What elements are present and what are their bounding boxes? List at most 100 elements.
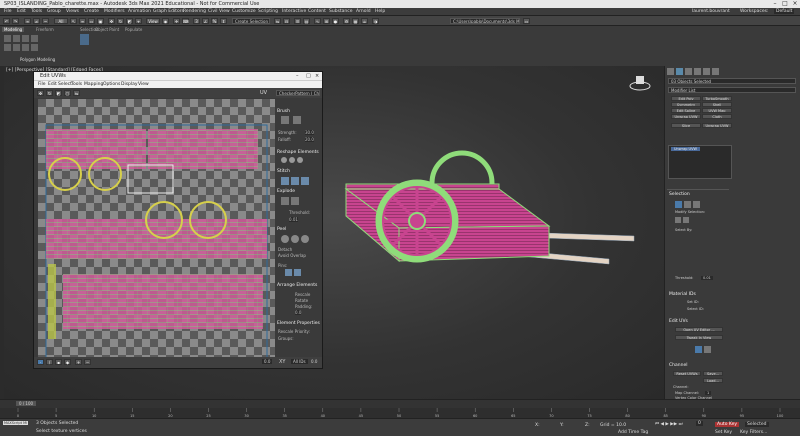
- pivot-center-icon[interactable]: ◉: [162, 18, 169, 24]
- align-icon[interactable]: ⊟: [283, 18, 290, 24]
- tweak-in-view-button[interactable]: Tweak In View: [675, 335, 723, 340]
- select-manipulate-icon[interactable]: ✛: [173, 18, 180, 24]
- reshape-straighten-icon[interactable]: [281, 157, 287, 163]
- element-mode-icon[interactable]: ◆: [64, 359, 71, 365]
- rotate-icon[interactable]: ↻: [117, 18, 124, 24]
- peel-quick-icon[interactable]: [281, 235, 289, 243]
- uv-pelt-icon[interactable]: [704, 346, 711, 353]
- menu-civil-view[interactable]: Civil View: [208, 9, 230, 14]
- subdivision-icon[interactable]: [31, 35, 38, 42]
- map-channel-radio[interactable]: Map Channel:: [675, 391, 699, 395]
- uv-scale-icon[interactable]: ◩: [55, 90, 62, 96]
- open-uv-editor-button[interactable]: Open UV Editor ...: [675, 327, 723, 332]
- shrink-icon[interactable]: [683, 217, 689, 223]
- explode-section-title[interactable]: Explode: [277, 189, 295, 194]
- tab-object-paint[interactable]: Object Paint: [95, 27, 119, 32]
- uv-menu-tools[interactable]: Tools: [71, 82, 82, 87]
- menu-edit[interactable]: Edit: [17, 9, 26, 14]
- reshape-section-title[interactable]: Reshape Elements: [277, 150, 319, 155]
- key-mode-dropdown[interactable]: Selected: [745, 422, 769, 427]
- map-channel-input[interactable]: 1: [705, 391, 712, 395]
- menu-content[interactable]: Content: [308, 9, 326, 14]
- uv-menu-options[interactable]: Options: [103, 82, 120, 87]
- menu-modifiers[interactable]: Modifiers: [104, 9, 125, 14]
- pin-icon[interactable]: [285, 269, 292, 276]
- brush-relax-icon[interactable]: [293, 116, 301, 124]
- utilities-tab-icon[interactable]: [712, 68, 719, 75]
- tab-freeform[interactable]: Freeform: [36, 27, 54, 32]
- tab-populate[interactable]: Populate: [125, 27, 142, 32]
- modifier-list-dropdown[interactable]: Modifier List: [668, 87, 796, 93]
- track-bar[interactable]: 0 5 10 15 20 25 30 35 40 45 50 55 60 65 70 75 80 85 90 95 10…: [0, 408, 800, 418]
- uv-freeform-icon[interactable]: ▢: [64, 90, 71, 96]
- rotate-checkbox[interactable]: Rotate: [295, 298, 308, 303]
- menu-customize[interactable]: Customize: [232, 9, 256, 14]
- set-key-button[interactable]: Set Key: [715, 430, 732, 435]
- uv-menu-mapping[interactable]: Mapping: [84, 82, 103, 87]
- time-slider[interactable]: 0 / 100: [0, 399, 800, 408]
- cmd-threshold-input[interactable]: 0.01: [701, 276, 713, 280]
- uv-menu-display[interactable]: Display: [121, 82, 138, 87]
- edit-icon[interactable]: [13, 35, 20, 42]
- menu-arnold[interactable]: Arnold: [356, 9, 371, 14]
- move-icon[interactable]: ✥: [108, 18, 115, 24]
- bind-spacewarp-icon[interactable]: ~: [42, 18, 49, 24]
- render-setup-icon[interactable]: ⚙: [343, 18, 350, 24]
- scale-icon[interactable]: ◩: [126, 18, 133, 24]
- object-name-field[interactable]: 03 Objects Selected: [668, 78, 796, 84]
- user-account[interactable]: laurent.bouvrant: [692, 9, 730, 14]
- border-icon[interactable]: [22, 44, 29, 51]
- material-ids-rollout-title[interactable]: Material IDs: [669, 292, 696, 297]
- stitch-section-title[interactable]: Stitch: [277, 169, 290, 174]
- edit-poly-button[interactable]: Edit Poly: [671, 96, 701, 101]
- rescale-checkbox[interactable]: Rescale: [295, 292, 310, 297]
- explode-weld-icon[interactable]: [291, 197, 299, 205]
- undo-icon[interactable]: ↶: [3, 18, 10, 24]
- slice-button[interactable]: Slice: [671, 123, 701, 128]
- menu-rendering[interactable]: Rendering: [183, 9, 206, 14]
- menu-file[interactable]: File: [4, 9, 12, 14]
- falloff-input[interactable]: 20.0: [305, 137, 314, 142]
- menu-help[interactable]: Help: [375, 9, 385, 14]
- reference-coordinate-dropdown[interactable]: View: [146, 18, 160, 24]
- scene-explorer-icon[interactable]: ☰: [294, 18, 301, 24]
- project-folder-icon[interactable]: ▭: [523, 18, 530, 24]
- padding-input[interactable]: 0.0: [295, 310, 302, 315]
- graphite-icon[interactable]: [4, 35, 11, 42]
- channel-rollout-title[interactable]: Channel: [669, 363, 687, 368]
- strength-input[interactable]: 30.0: [305, 130, 314, 135]
- explode-threshold-input[interactable]: 0.01: [289, 217, 298, 222]
- motion-tab-icon[interactable]: [694, 68, 701, 75]
- project-path-dropdown[interactable]: C:\Users\pablo\Documents\3ds Max 2021: [450, 18, 520, 24]
- window-crossing-icon[interactable]: ▣: [97, 18, 104, 24]
- checker-pattern-dropdown[interactable]: CheckerPattern ( Checker ): [276, 90, 320, 96]
- ribbon-expand-icon[interactable]: [80, 34, 89, 45]
- add-time-tag-button[interactable]: Add Time Tag: [618, 430, 648, 435]
- material-editor-icon[interactable]: ●: [332, 18, 339, 24]
- snaps-toggle-icon[interactable]: 3: [193, 18, 200, 24]
- reset-uvws-button[interactable]: Reset UVWs: [673, 371, 701, 376]
- explode-break-icon[interactable]: [281, 197, 289, 205]
- reshape-flatten-icon[interactable]: [297, 157, 303, 163]
- edge-mode-icon[interactable]: /: [46, 359, 53, 365]
- peel-mode-icon[interactable]: [291, 235, 299, 243]
- stack-item-unwrap[interactable]: Unwrap UVW: [671, 147, 700, 151]
- current-frame-field[interactable]: 0: [696, 421, 703, 426]
- mirror-icon[interactable]: ⇋: [274, 18, 281, 24]
- uv-canvas[interactable]: [38, 99, 275, 357]
- unlink-icon[interactable]: ≠: [33, 18, 40, 24]
- menu-tools[interactable]: Tools: [31, 9, 42, 14]
- uv-coord-field[interactable]: 0.0: [311, 359, 317, 364]
- render-production-icon[interactable]: ☕: [361, 18, 368, 24]
- uv-menu-view[interactable]: View: [138, 82, 149, 87]
- menu-substance[interactable]: Substance: [329, 9, 353, 14]
- link-icon[interactable]: ∞: [24, 18, 31, 24]
- uvw-map-button[interactable]: UVW Map: [702, 108, 732, 113]
- uv-rotate-icon[interactable]: ↻: [46, 90, 53, 96]
- auto-key-button[interactable]: Auto Key: [715, 422, 740, 427]
- sel-poly-icon[interactable]: [693, 201, 700, 208]
- brush-paint-icon[interactable]: [281, 116, 289, 124]
- maximize-icon[interactable]: □: [780, 0, 790, 8]
- menu-interactive[interactable]: Interactive: [282, 9, 306, 14]
- uv-move-icon[interactable]: ✥: [37, 90, 44, 96]
